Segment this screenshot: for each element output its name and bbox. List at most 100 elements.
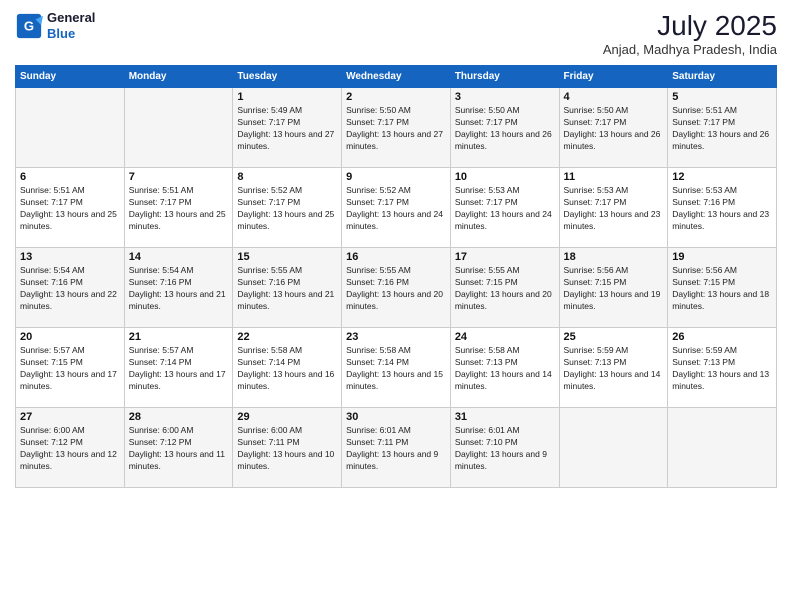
page: G General Blue July 2025 Anjad, Madhya P… (0, 0, 792, 612)
calendar-cell: 19Sunrise: 5:56 AM Sunset: 7:15 PM Dayli… (668, 248, 777, 328)
day-number: 11 (564, 171, 664, 183)
day-number: 9 (346, 171, 446, 183)
day-detail: Sunrise: 6:00 AM Sunset: 7:11 PM Dayligh… (237, 425, 337, 473)
calendar-week-2: 6 Sunrise: 5:51 AM Sunset: 7:17 PM Daylig… (16, 168, 777, 248)
day-number: 7 (129, 171, 229, 183)
weekday-row: SundayMondayTuesdayWednesdayThursdayFrid… (16, 66, 777, 88)
weekday-header-sunday: Sunday (16, 66, 125, 88)
calendar-week-1: 1Sunrise: 5:49 AM Sunset: 7:17 PM Daylig… (16, 88, 777, 168)
calendar-cell: 22Sunrise: 5:58 AM Sunset: 7:14 PM Dayli… (233, 328, 342, 408)
day-number: 20 (20, 331, 120, 343)
day-detail: Sunrise: 5:55 AM Sunset: 7:16 PM Dayligh… (237, 265, 337, 313)
calendar-cell: 13Sunrise: 5:54 AM Sunset: 7:16 PM Dayli… (16, 248, 125, 328)
day-detail: Sunrise: 5:55 AM Sunset: 7:16 PM Dayligh… (346, 265, 446, 313)
calendar-cell: 18Sunrise: 5:56 AM Sunset: 7:15 PM Dayli… (559, 248, 668, 328)
month-year: July 2025 (603, 10, 777, 42)
day-number: 27 (20, 411, 120, 423)
day-detail: Sunrise: 5:57 AM Sunset: 7:14 PM Dayligh… (129, 345, 229, 393)
calendar-header: SundayMondayTuesdayWednesdayThursdayFrid… (16, 66, 777, 88)
day-detail: Sunrise: 6:00 AM Sunset: 7:12 PM Dayligh… (20, 425, 120, 473)
calendar-cell: 7 Sunrise: 5:51 AM Sunset: 7:17 PM Daylig… (124, 168, 233, 248)
calendar-cell: 10 Sunrise: 5:53 AM Sunset: 7:17 PM Dayli… (450, 168, 559, 248)
day-detail: Sunrise: 5:53 AM Sunset: 7:16 PM Dayligh… (672, 185, 772, 233)
calendar-table: SundayMondayTuesdayWednesdayThursdayFrid… (15, 65, 777, 488)
calendar-cell: 6 Sunrise: 5:51 AM Sunset: 7:17 PM Daylig… (16, 168, 125, 248)
calendar-week-3: 13Sunrise: 5:54 AM Sunset: 7:16 PM Dayli… (16, 248, 777, 328)
calendar-week-5: 27 Sunrise: 6:00 AM Sunset: 7:12 PM Dayli… (16, 408, 777, 488)
calendar-cell: 25 Sunrise: 5:59 AM Sunset: 7:13 PM Dayli… (559, 328, 668, 408)
day-number: 5 (672, 91, 772, 103)
day-number: 12 (672, 171, 772, 183)
day-detail: Sunrise: 5:53 AM Sunset: 7:17 PM Dayligh… (455, 185, 555, 233)
day-detail: Sunrise: 5:54 AM Sunset: 7:16 PM Dayligh… (20, 265, 120, 313)
calendar-cell: 24 Sunrise: 5:58 AM Sunset: 7:13 PM Dayli… (450, 328, 559, 408)
calendar-cell: 23Sunrise: 5:58 AM Sunset: 7:14 PM Dayli… (342, 328, 451, 408)
day-detail: Sunrise: 5:58 AM Sunset: 7:13 PM Dayligh… (455, 345, 555, 393)
calendar-cell: 4 Sunrise: 5:50 AM Sunset: 7:17 PM Daylig… (559, 88, 668, 168)
day-detail: Sunrise: 5:51 AM Sunset: 7:17 PM Dayligh… (129, 185, 229, 233)
calendar-cell: 11 Sunrise: 5:53 AM Sunset: 7:17 PM Dayli… (559, 168, 668, 248)
day-number: 31 (455, 411, 555, 423)
day-detail: Sunrise: 5:59 AM Sunset: 7:13 PM Dayligh… (564, 345, 664, 393)
calendar-cell: 21 Sunrise: 5:57 AM Sunset: 7:14 PM Dayli… (124, 328, 233, 408)
weekday-header-wednesday: Wednesday (342, 66, 451, 88)
calendar-cell: 17Sunrise: 5:55 AM Sunset: 7:15 PM Dayli… (450, 248, 559, 328)
calendar-cell: 8 Sunrise: 5:52 AM Sunset: 7:17 PM Daylig… (233, 168, 342, 248)
day-number: 17 (455, 251, 555, 263)
day-number: 15 (237, 251, 337, 263)
calendar-week-4: 20Sunrise: 5:57 AM Sunset: 7:15 PM Dayli… (16, 328, 777, 408)
day-number: 16 (346, 251, 446, 263)
calendar-cell: 28Sunrise: 6:00 AM Sunset: 7:12 PM Dayli… (124, 408, 233, 488)
day-detail: Sunrise: 5:58 AM Sunset: 7:14 PM Dayligh… (346, 345, 446, 393)
title-block: July 2025 Anjad, Madhya Pradesh, India (603, 10, 777, 57)
calendar-cell: 31 Sunrise: 6:01 AM Sunset: 7:10 PM Dayli… (450, 408, 559, 488)
calendar-cell: 16 Sunrise: 5:55 AM Sunset: 7:16 PM Dayli… (342, 248, 451, 328)
day-detail: Sunrise: 5:51 AM Sunset: 7:17 PM Dayligh… (672, 105, 772, 153)
calendar-cell: 29Sunrise: 6:00 AM Sunset: 7:11 PM Dayli… (233, 408, 342, 488)
calendar-body: 1Sunrise: 5:49 AM Sunset: 7:17 PM Daylig… (16, 88, 777, 488)
day-number: 30 (346, 411, 446, 423)
day-number: 6 (20, 171, 120, 183)
weekday-header-saturday: Saturday (668, 66, 777, 88)
weekday-header-thursday: Thursday (450, 66, 559, 88)
day-detail: Sunrise: 5:59 AM Sunset: 7:13 PM Dayligh… (672, 345, 772, 393)
day-number: 4 (564, 91, 664, 103)
calendar-cell: 14 Sunrise: 5:54 AM Sunset: 7:16 PM Dayli… (124, 248, 233, 328)
weekday-header-tuesday: Tuesday (233, 66, 342, 88)
calendar-cell: 26 Sunrise: 5:59 AM Sunset: 7:13 PM Dayli… (668, 328, 777, 408)
day-detail: Sunrise: 5:50 AM Sunset: 7:17 PM Dayligh… (564, 105, 664, 153)
calendar-cell: 2Sunrise: 5:50 AM Sunset: 7:17 PM Daylig… (342, 88, 451, 168)
calendar-cell: 3 Sunrise: 5:50 AM Sunset: 7:17 PM Daylig… (450, 88, 559, 168)
calendar-cell: 1Sunrise: 5:49 AM Sunset: 7:17 PM Daylig… (233, 88, 342, 168)
day-detail: Sunrise: 6:01 AM Sunset: 7:11 PM Dayligh… (346, 425, 446, 473)
day-detail: Sunrise: 5:50 AM Sunset: 7:17 PM Dayligh… (455, 105, 555, 153)
day-number: 26 (672, 331, 772, 343)
day-detail: Sunrise: 5:52 AM Sunset: 7:17 PM Dayligh… (237, 185, 337, 233)
header: G General Blue July 2025 Anjad, Madhya P… (15, 10, 777, 57)
day-detail: Sunrise: 6:00 AM Sunset: 7:12 PM Dayligh… (129, 425, 229, 473)
calendar-cell: 5 Sunrise: 5:51 AM Sunset: 7:17 PM Daylig… (668, 88, 777, 168)
calendar-cell (559, 408, 668, 488)
day-number: 8 (237, 171, 337, 183)
calendar-cell: 9 Sunrise: 5:52 AM Sunset: 7:17 PM Daylig… (342, 168, 451, 248)
calendar-cell: 20Sunrise: 5:57 AM Sunset: 7:15 PM Dayli… (16, 328, 125, 408)
weekday-header-monday: Monday (124, 66, 233, 88)
day-number: 25 (564, 331, 664, 343)
day-number: 24 (455, 331, 555, 343)
day-detail: Sunrise: 5:51 AM Sunset: 7:17 PM Dayligh… (20, 185, 120, 233)
day-detail: Sunrise: 5:54 AM Sunset: 7:16 PM Dayligh… (129, 265, 229, 313)
day-number: 2 (346, 91, 446, 103)
day-detail: Sunrise: 6:01 AM Sunset: 7:10 PM Dayligh… (455, 425, 555, 473)
day-number: 14 (129, 251, 229, 263)
day-number: 21 (129, 331, 229, 343)
logo-line2: Blue (47, 26, 95, 42)
day-number: 22 (237, 331, 337, 343)
day-number: 10 (455, 171, 555, 183)
logo-line1: General (47, 10, 95, 26)
day-detail: Sunrise: 5:52 AM Sunset: 7:17 PM Dayligh… (346, 185, 446, 233)
day-number: 19 (672, 251, 772, 263)
day-detail: Sunrise: 5:53 AM Sunset: 7:17 PM Dayligh… (564, 185, 664, 233)
day-number: 3 (455, 91, 555, 103)
day-detail: Sunrise: 5:49 AM Sunset: 7:17 PM Dayligh… (237, 105, 337, 153)
calendar-cell: 15 Sunrise: 5:55 AM Sunset: 7:16 PM Dayli… (233, 248, 342, 328)
